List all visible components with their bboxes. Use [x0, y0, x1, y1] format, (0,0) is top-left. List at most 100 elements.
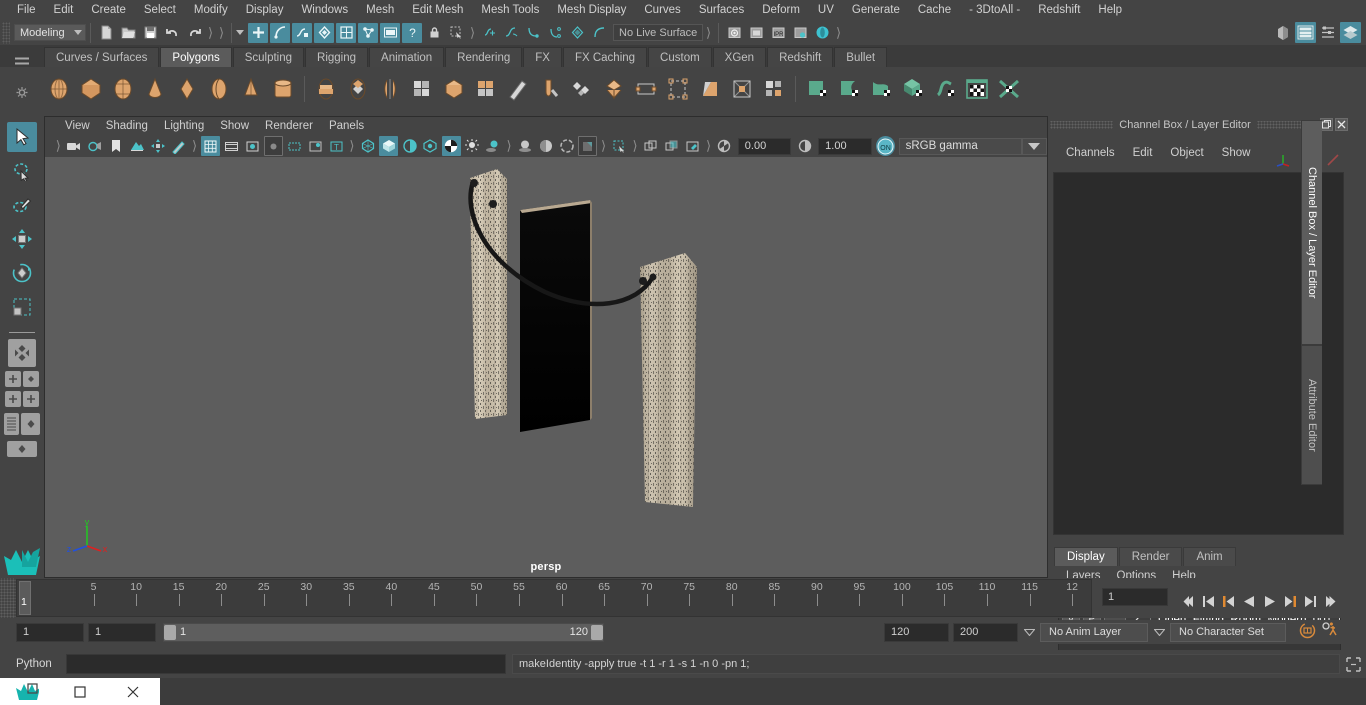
film-gate-display-icon[interactable] [285, 136, 304, 156]
mirror-icon[interactable] [375, 72, 405, 106]
menu-item-curves[interactable]: Curves [635, 0, 689, 20]
poly-cube-icon[interactable] [76, 72, 106, 106]
last-tool-icon[interactable] [8, 339, 36, 367]
target-weld-icon[interactable] [535, 72, 565, 106]
tear-off-panel-icon[interactable] [683, 136, 702, 156]
poly-torus-icon[interactable] [172, 72, 202, 106]
extrude-icon[interactable] [471, 72, 501, 106]
select-mask-icon[interactable] [358, 22, 378, 43]
text-display-icon[interactable]: T [327, 136, 346, 156]
slash-display-icon[interactable] [1324, 152, 1342, 171]
uv-planar-icon[interactable] [802, 72, 832, 106]
side-tab-channel-box[interactable]: Channel Box / Layer Editor [1301, 120, 1322, 345]
viewport-menu-view[interactable]: View [57, 120, 98, 132]
menu-item-help[interactable]: Help [1089, 0, 1131, 20]
render-sequence-icon[interactable] [746, 23, 766, 43]
shelf-tab-xgen[interactable]: XGen [712, 47, 767, 67]
gamma-field[interactable]: 1.00 [818, 137, 872, 155]
shelf-tab-fx[interactable]: FX [523, 47, 562, 67]
poly-sphere-icon[interactable] [44, 72, 74, 106]
film-gate-icon[interactable] [222, 136, 241, 156]
go-to-end-icon[interactable] [1324, 595, 1339, 611]
shadows-icon[interactable] [484, 136, 503, 156]
film-strip-icon[interactable] [380, 22, 400, 43]
anti-aliasing-icon[interactable] [536, 136, 555, 156]
shelf-tab-animation[interactable]: Animation [369, 47, 445, 67]
menu-item-select[interactable]: Select [135, 0, 185, 20]
shelf-tab-bullet[interactable]: Bullet [834, 47, 888, 67]
viewport-menu-panels[interactable]: Panels [321, 120, 372, 132]
shelf-options-gear-icon[interactable] [16, 86, 29, 102]
bookmark-icon[interactable] [107, 136, 126, 156]
modeling-mode-icon[interactable] [314, 22, 334, 43]
time-slider-grip[interactable] [0, 578, 16, 618]
snap-to-planes-icon[interactable] [23, 391, 39, 407]
snap-to-view-planes-icon[interactable] [567, 23, 587, 43]
viewport-menu-lighting[interactable]: Lighting [156, 120, 212, 132]
multi-cut-icon[interactable] [503, 72, 533, 106]
menu-item-create[interactable]: Create [82, 0, 135, 20]
combine-icon[interactable] [407, 72, 437, 106]
four-view-layout-icon[interactable] [7, 441, 37, 457]
move-tool-icon[interactable] [7, 224, 37, 254]
anim-layer-dropdown-icon[interactable] [1022, 623, 1036, 642]
menu-item-redshift[interactable]: Redshift [1029, 0, 1089, 20]
range-end-handle[interactable] [591, 624, 603, 640]
show-hide-tool-settings-icon[interactable] [1318, 23, 1338, 43]
open-scene-icon[interactable] [118, 23, 138, 43]
maximize-icon[interactable] [53, 678, 106, 705]
shelf-tab-curves-surfaces[interactable]: Curves / Surfaces [44, 47, 160, 67]
paint-select-tool-icon[interactable] [7, 190, 37, 220]
play-forwards-icon[interactable] [1263, 595, 1277, 611]
viewport-menu-renderer[interactable]: Renderer [257, 120, 321, 132]
help-question-icon[interactable]: ? [402, 22, 422, 43]
snap-to-grids-icon[interactable] [5, 371, 21, 387]
menu-item-mesh-tools[interactable]: Mesh Tools [472, 0, 548, 20]
bevel-icon[interactable] [567, 72, 597, 106]
render-settings-icon[interactable] [790, 23, 810, 43]
select-by-object-icon[interactable] [270, 22, 290, 43]
menu-item-modify[interactable]: Modify [185, 0, 237, 20]
uv-cylindrical-icon[interactable] [834, 72, 864, 106]
go-to-start-icon[interactable] [1180, 595, 1195, 611]
menu-set-selector[interactable]: Modeling [14, 24, 86, 41]
poly-cylinder-icon[interactable] [108, 72, 138, 106]
channel-box-menu-object[interactable]: Object [1162, 147, 1211, 159]
poly-pyramid-icon[interactable] [236, 72, 266, 106]
poly-cone-icon[interactable] [140, 72, 170, 106]
gate-mask-icon[interactable] [263, 136, 283, 156]
shaded-wireframe-icon[interactable] [400, 136, 419, 156]
copy-panel-icon[interactable] [662, 136, 681, 156]
menu-item-display[interactable]: Display [237, 0, 293, 20]
boolean-union-icon[interactable] [311, 72, 341, 106]
snap-to-grids-icon[interactable] [479, 23, 499, 43]
animation-start-time-field[interactable]: 1 [16, 622, 84, 642]
side-tab-attribute-editor[interactable]: Attribute Editor [1301, 345, 1322, 485]
animation-preferences-icon[interactable] [1321, 621, 1340, 643]
uv-cut-sew-icon[interactable] [994, 72, 1024, 106]
texture-checker-icon[interactable] [441, 136, 461, 156]
image-plane-icon[interactable] [127, 136, 146, 156]
menu-item-file[interactable]: File [8, 0, 45, 20]
expand-script-editor-icon[interactable] [1345, 656, 1362, 676]
make-live-icon[interactable] [589, 23, 609, 43]
bridge-icon[interactable] [599, 72, 629, 106]
poly-sculpt-icon[interactable] [759, 72, 789, 106]
show-hide-channel-box-icon[interactable] [1340, 22, 1361, 43]
select-by-hierarchy-icon[interactable] [248, 22, 268, 43]
close-icon[interactable] [107, 678, 160, 705]
motion-blur-icon[interactable] [578, 136, 598, 156]
color-management-toggle-icon[interactable]: ON [875, 136, 895, 156]
chevron-down-icon[interactable] [236, 30, 244, 35]
tab-display[interactable]: Display [1054, 547, 1118, 566]
uv-spherical-icon[interactable] [866, 72, 896, 106]
animation-end-time-field[interactable]: 200 [953, 622, 1018, 642]
rotate-tool-icon[interactable] [7, 258, 37, 288]
select-by-component-icon[interactable] [292, 22, 312, 43]
menu-item-windows[interactable]: Windows [292, 0, 357, 20]
select-camera-icon[interactable] [65, 136, 84, 156]
menu-item-mesh[interactable]: Mesh [357, 0, 403, 20]
exposure-field[interactable]: 0.00 [737, 137, 792, 155]
ipr-render-icon[interactable]: IPR [768, 23, 788, 43]
textured-icon[interactable] [421, 136, 440, 156]
